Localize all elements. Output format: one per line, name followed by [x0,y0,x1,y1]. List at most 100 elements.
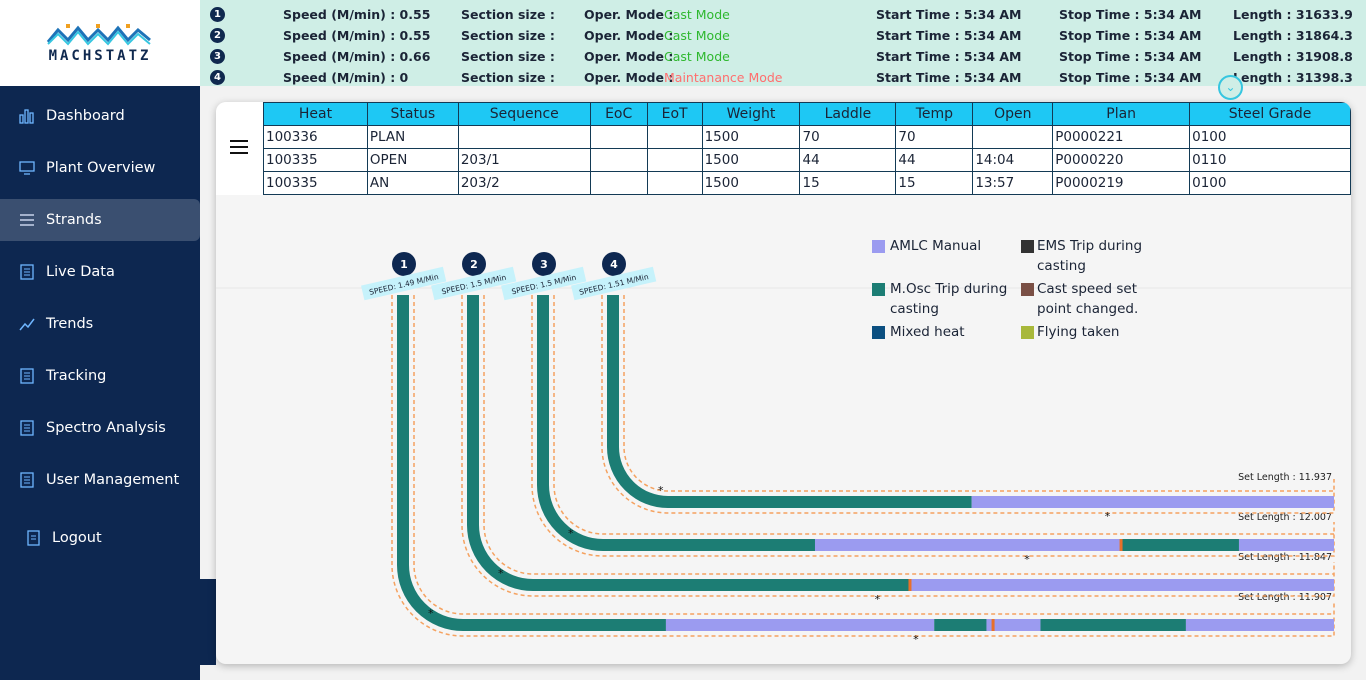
strand-segment [934,619,987,631]
document-icon [20,264,34,280]
star-marker: * [498,567,504,580]
status-mode-label: Oper. Mode : [584,70,674,85]
speed-change-marker [991,619,995,631]
status-mode-value: Maintanance Mode [664,70,783,85]
trend-line-icon [19,318,35,331]
legend-swatch [1021,283,1034,296]
set-length-label: Set Length : 11.907 [1238,592,1332,603]
status-section: Section size : [461,7,555,22]
legend-label: M.Osc Trip during casting [890,281,1007,317]
legend-label: Cast speed set point changed. [1037,281,1138,317]
star-marker: * [428,607,434,620]
sidebar-item-logout[interactable]: Logout [0,517,200,559]
status-stop: Stop Time : 5:34 AM [1059,49,1202,64]
star-marker: * [568,527,574,540]
strand-status-row: 4 Speed (M/min) : 0 Section size : Start Ti… [200,66,1366,87]
strand-segment [814,539,1123,551]
star-marker: * [1105,510,1111,523]
strand-number: 4 [610,258,618,271]
strand-segment [909,579,1334,591]
strand-segment [1122,539,1239,551]
strand-segment [603,539,815,551]
sidebar-item-live-data[interactable]: Live Data [0,251,200,293]
sidebar-item-label: Live Data [46,264,115,280]
strand-segment [463,619,666,631]
status-speed: Speed (M/min) : 0.66 [283,49,431,64]
sidebar-item-label: Logout [52,530,102,546]
list-icon [20,214,34,226]
legend-swatch [1021,326,1034,339]
strand-status-row: 2 Speed (M/min) : 0.55 Section size : Start… [200,24,1366,45]
status-stop: Stop Time : 5:34 AM [1059,70,1202,85]
strand-status-bar: 1 Speed (M/min) : 0.55 Section size : Start… [200,0,1366,86]
strand-curve [537,295,604,551]
document-icon [20,368,34,384]
sidebar-item-label: Strands [46,212,102,228]
status-length: Length : 31398.3 [1233,70,1353,85]
status-length: Length : 31908.8 [1233,49,1353,64]
logo-icon [46,24,151,46]
legend-label: Flying taken [1037,324,1119,340]
sidebar-item-label: Tracking [46,368,107,384]
logo-text: MACHSTATZ [48,48,152,64]
sidebar: MACHSTATZ Dashboard Plant Overview Strands… [0,0,200,680]
strand-curve [467,295,534,591]
status-length: Length : 31633.9 [1233,7,1353,22]
star-marker: * [913,633,919,646]
document-icon [20,420,34,436]
status-mode-label: Oper. Mode : [584,49,674,64]
status-section: Section size : [461,70,555,85]
legend-swatch [872,326,885,339]
strand-diagram: AMLC Manual EMS Trip during casting M.Osc T… [216,238,1351,646]
sidebar-item-spectro-analysis[interactable]: Spectro Analysis [0,407,200,449]
status-start: Start Time : 5:34 AM [876,7,1022,22]
sidebar-item-user-management[interactable]: User Management [0,459,200,501]
status-speed: Speed (M/min) : 0.55 [283,28,431,43]
sidebar-item-label: User Management [46,472,180,488]
set-length-label: Set Length : 11.937 [1238,472,1332,483]
sidebar-item-tracking[interactable]: Tracking [0,355,200,397]
strand-number-badge: 2 [210,28,225,43]
strand-segment [986,619,1041,631]
status-mode-value: Cast Mode [664,49,730,64]
legend-label: AMLC Manual [890,238,981,254]
status-stop: Stop Time : 5:34 AM [1059,7,1202,22]
strand-segment [665,619,935,631]
sidebar-extension [200,579,216,665]
status-stop: Stop Time : 5:34 AM [1059,28,1202,43]
sidebar-item-label: Trends [46,316,94,332]
star-marker: * [658,484,664,497]
sidebar-item-dashboard[interactable]: Dashboard [0,95,200,137]
strand-number-badge: 4 [210,70,225,85]
strand-number: 3 [540,258,548,271]
strand-segment [533,579,910,591]
sidebar-item-trends[interactable]: Trends [0,303,200,345]
strand-number-badge: 3 [210,49,225,64]
legend-swatch [1021,240,1034,253]
status-mode-label: Oper. Mode : [584,28,674,43]
status-section: Section size : [461,49,555,64]
legend-label: EMS Trip during casting [1037,238,1142,274]
document-icon [20,472,34,488]
strand-number-badge: 1 [210,7,225,22]
status-speed: Speed (M/min) : 0.55 [283,7,431,22]
status-start: Start Time : 5:34 AM [876,70,1022,85]
strand-guide-inner [413,295,1334,615]
strand-segment [971,496,1334,508]
strand-segment [1040,619,1186,631]
strand-status-row: 3 Speed (M/min) : 0.66 Section size : Start… [200,45,1366,66]
strand-segment [668,496,972,508]
status-mode-value: Cast Mode [664,7,730,22]
collapse-chevron-icon[interactable]: ⌄ [1218,75,1243,100]
legend-label: Mixed heat [890,324,965,340]
sidebar-item-strands[interactable]: Strands [0,199,200,241]
monitor-icon [19,161,35,175]
status-mode-value: Cast Mode [664,28,730,43]
status-speed: Speed (M/min) : 0 [283,70,409,85]
speed-change-marker [908,579,912,591]
strand-segment [1185,619,1334,631]
strand-guide-inner [623,295,1334,492]
strand-curve [397,295,464,631]
sidebar-item-plant-overview[interactable]: Plant Overview [0,147,200,189]
sidebar-item-label: Plant Overview [46,160,156,176]
